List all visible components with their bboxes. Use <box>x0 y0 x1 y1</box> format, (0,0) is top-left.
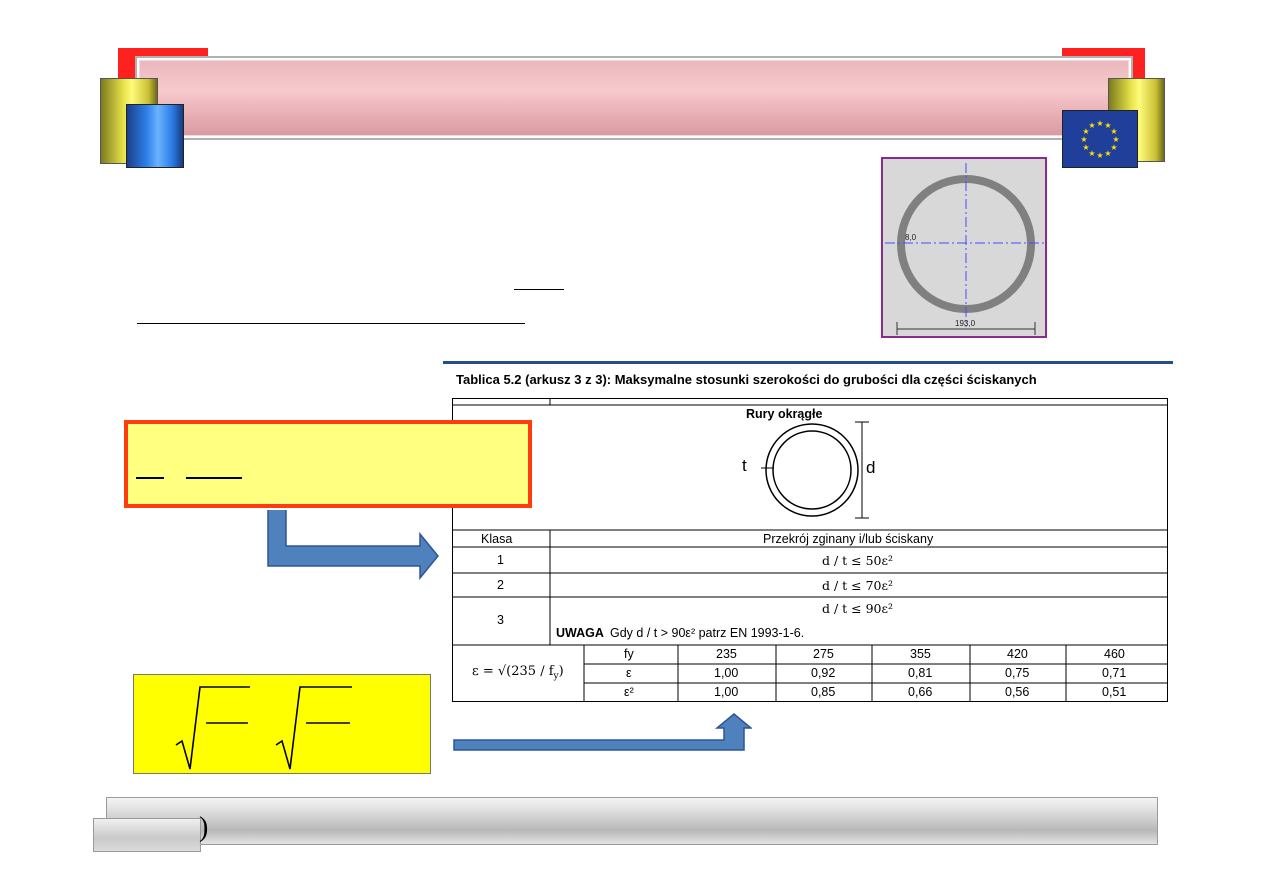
fy-value: 355 <box>910 647 931 661</box>
fraction-line <box>514 289 564 290</box>
eps2-value: 1,00 <box>714 685 739 699</box>
dim-thickness-label: 8,0 <box>905 233 917 242</box>
sqrt-sign <box>175 686 250 770</box>
footer-tab <box>93 818 201 852</box>
fy-value: 235 <box>716 647 737 661</box>
svg-text:★: ★ <box>1082 143 1089 152</box>
section-title: Rury okrągłe <box>746 407 823 421</box>
footer-bar <box>106 797 1158 845</box>
arrow-to-table <box>267 510 439 580</box>
tube-diagram <box>761 421 869 519</box>
row-3-formula: d / t ≤ 90ε² <box>822 601 893 616</box>
eu-stars-icon: ★ ★★ ★★★ ★★★ ★★★ <box>1080 119 1119 160</box>
eps-value: 0,75 <box>1005 666 1030 680</box>
epsilon-definition: ε = √(235 / fy) <box>472 664 564 682</box>
row-label-eps: ε <box>626 666 632 680</box>
underline-rule <box>137 323 525 324</box>
footer-paren: ) <box>199 812 209 843</box>
eps2-value: 0,51 <box>1102 685 1127 699</box>
eu-flag-logo: ★ ★ ★ ★ ★ ★ ★ ★ ★ ★ ★ ★ <box>1062 110 1138 168</box>
eps2-value: 0,56 <box>1005 685 1030 699</box>
header-przekroj: Przekrój zginany i/lub ściskany <box>763 532 934 546</box>
sqrt-sign <box>275 686 352 770</box>
svg-text:★: ★ <box>1104 149 1111 158</box>
fy-value: 275 <box>813 647 834 661</box>
eps-value: 0,92 <box>811 666 836 680</box>
formula-box-epsilon <box>133 674 431 774</box>
row-3-klasa: 3 <box>497 613 504 627</box>
width-thickness-table: Rury okrągłe t d Klasa Przekrój zginany … <box>452 398 1168 702</box>
row-1-formula: d / t ≤ 50ε² <box>822 553 893 568</box>
formula-box-dt <box>124 420 532 508</box>
svg-text:★: ★ <box>1080 135 1087 144</box>
fy-value: 460 <box>1104 647 1125 661</box>
label-d: d <box>866 458 876 477</box>
pipe-section-figure: 8,0 193,0 <box>881 157 1047 338</box>
row-label-fy: fy <box>624 647 634 661</box>
dim-diameter-label: 193,0 <box>955 319 976 328</box>
table-title: Tablica 5.2 (arkusz 3 z 3): Maksymalne s… <box>456 372 1037 387</box>
row-2-formula: d / t ≤ 70ε² <box>822 578 893 593</box>
row-label-eps2: ε² <box>624 685 634 699</box>
arrow-to-epsilon-row <box>453 713 752 751</box>
eps2-value: 0,85 <box>811 685 836 699</box>
eps-value: 0,81 <box>908 666 933 680</box>
header-klasa: Klasa <box>481 532 513 546</box>
fy-value: 420 <box>1007 647 1028 661</box>
svg-text:★: ★ <box>1096 119 1103 128</box>
svg-text:★: ★ <box>1096 151 1103 160</box>
eps-value: 1,00 <box>714 666 739 680</box>
eps-value: 0,71 <box>1102 666 1127 680</box>
svg-text:★: ★ <box>1088 121 1095 130</box>
label-t: t <box>742 456 747 475</box>
note-text: Gdy d / t > 90ε² patrz EN 1993-1-6. <box>610 626 805 640</box>
banner-left-blue-cylinder <box>126 104 184 168</box>
eps2-value: 0,66 <box>908 685 933 699</box>
note-label: UWAGA <box>556 626 604 640</box>
title-banner <box>137 58 1131 138</box>
row-2-klasa: 2 <box>497 578 504 592</box>
row-1-klasa: 1 <box>497 553 504 567</box>
